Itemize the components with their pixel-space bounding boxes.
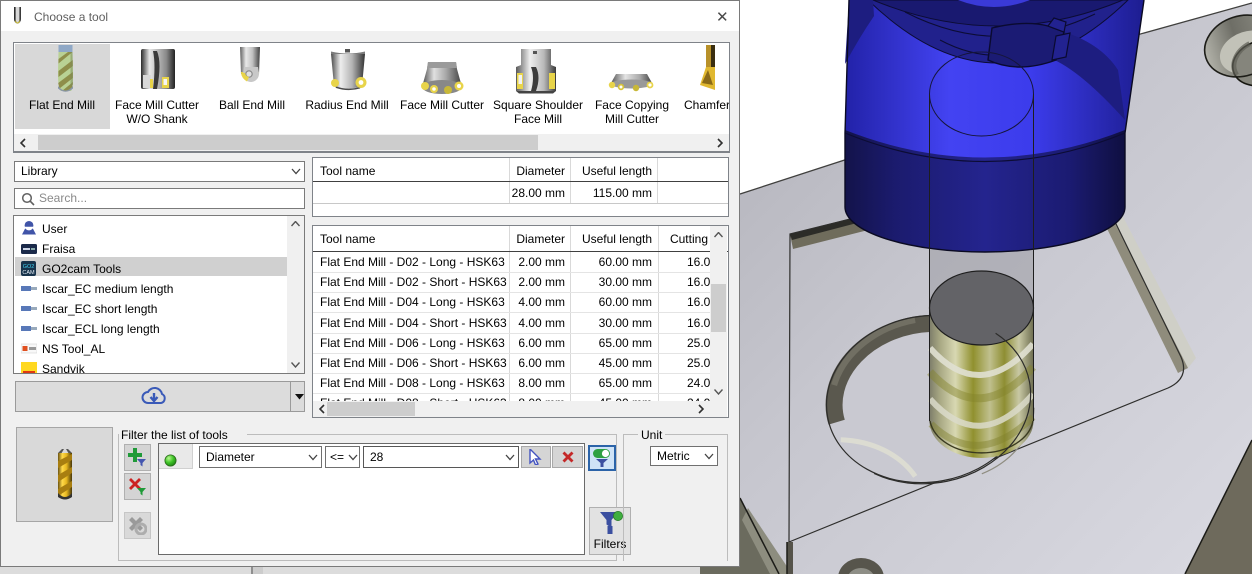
svg-text:CAM: CAM (22, 270, 35, 276)
